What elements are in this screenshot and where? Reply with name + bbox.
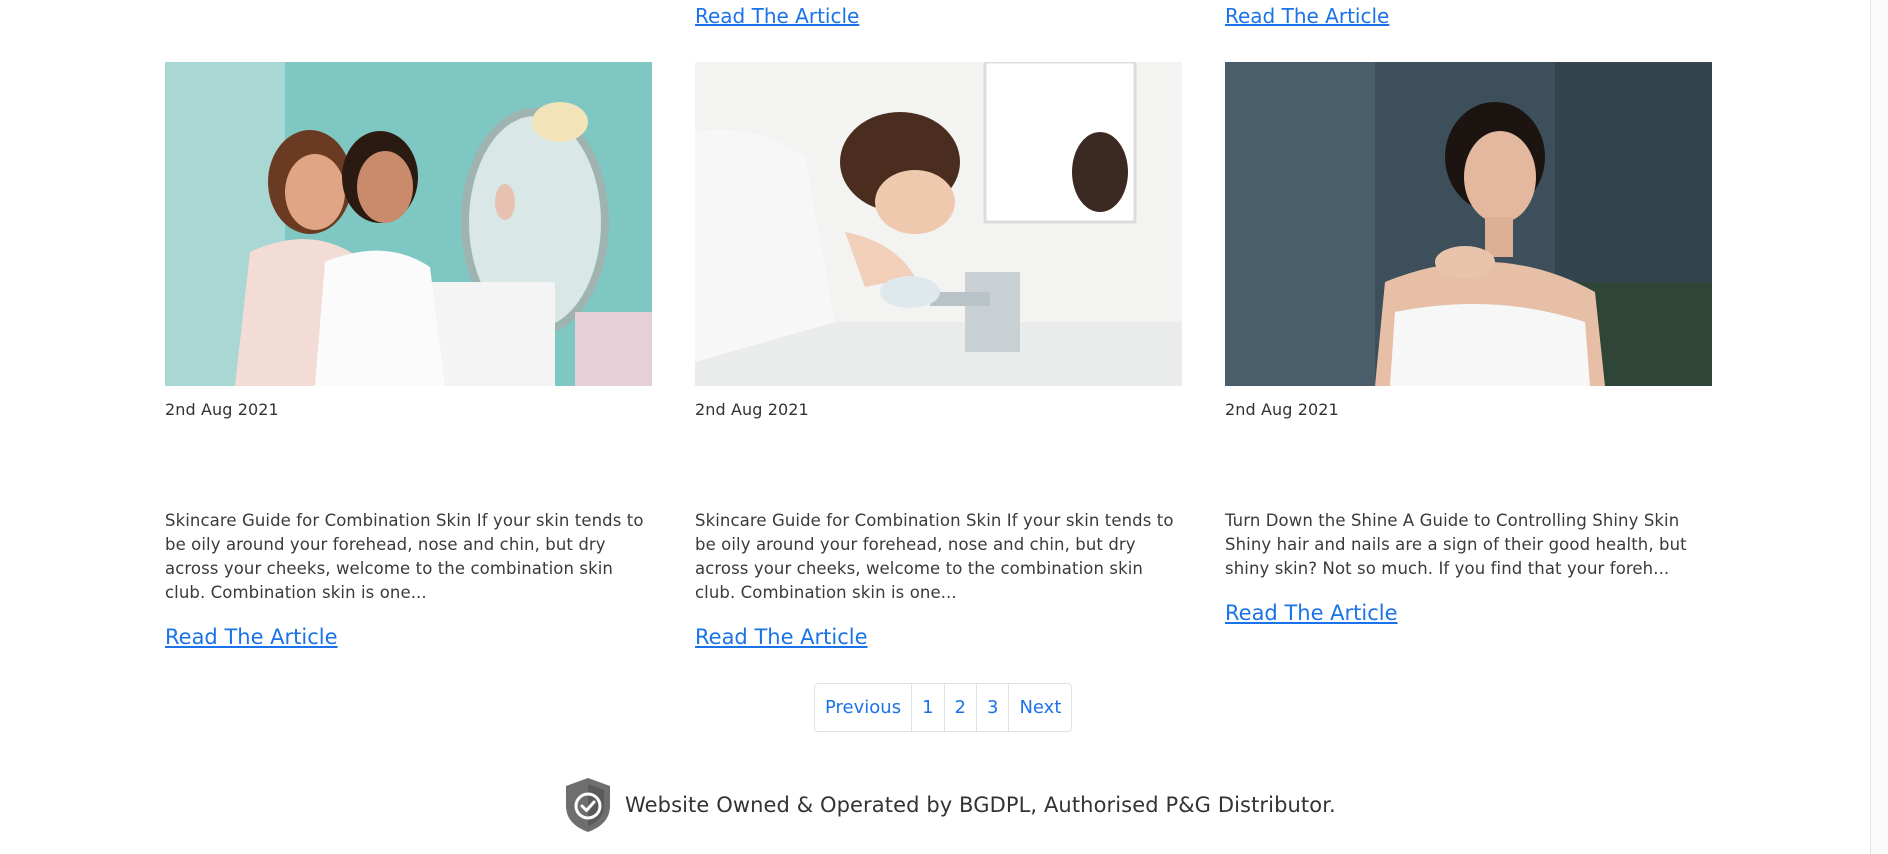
article-date-1: 2nd Aug 2021 xyxy=(165,400,279,419)
article-excerpt-2: Skincare Guide for Combination Skin If y… xyxy=(695,511,1174,602)
read-article-link-top-3[interactable]: Read The Article xyxy=(1225,4,1389,28)
read-article-link-2[interactable]: Read The Article xyxy=(695,625,868,649)
article-card-3: 2nd Aug 2021 Turn Down the Shine A Guide… xyxy=(1225,62,1712,625)
article-image-1[interactable] xyxy=(165,62,652,386)
read-article-link-top-2[interactable]: Read The Article xyxy=(695,4,859,28)
article-image-2[interactable] xyxy=(695,62,1182,386)
footer-notice: Website Owned & Operated by BGDPL, Autho… xyxy=(563,776,1336,834)
pagination-previous[interactable]: Previous xyxy=(815,684,911,731)
pagination-page-1[interactable]: 1 xyxy=(911,684,943,731)
article-excerpt-3: Turn Down the Shine A Guide to Controlli… xyxy=(1225,511,1687,578)
article-card-2: 2nd Aug 2021 Skincare Guide for Combinat… xyxy=(695,62,1182,649)
pagination-page-3[interactable]: 3 xyxy=(975,684,1008,731)
article-date-3: 2nd Aug 2021 xyxy=(1225,400,1339,419)
article-date-2: 2nd Aug 2021 xyxy=(695,400,809,419)
article-excerpt-1: Skincare Guide for Combination Skin If y… xyxy=(165,511,644,602)
article-card-1: 2nd Aug 2021 Skincare Guide for Combinat… xyxy=(165,62,652,649)
pagination-page-2[interactable]: 2 xyxy=(943,684,976,731)
page-scrollbar[interactable] xyxy=(1870,0,1888,854)
pagination: Previous 1 2 3 Next xyxy=(814,683,1073,732)
footer-text: Website Owned & Operated by BGDPL, Autho… xyxy=(625,793,1336,817)
article-image-3[interactable] xyxy=(1225,62,1712,386)
read-article-link-3[interactable]: Read The Article xyxy=(1225,601,1398,625)
read-article-link-1[interactable]: Read The Article xyxy=(165,625,338,649)
shield-check-icon xyxy=(563,776,613,834)
pagination-next[interactable]: Next xyxy=(1008,684,1071,731)
